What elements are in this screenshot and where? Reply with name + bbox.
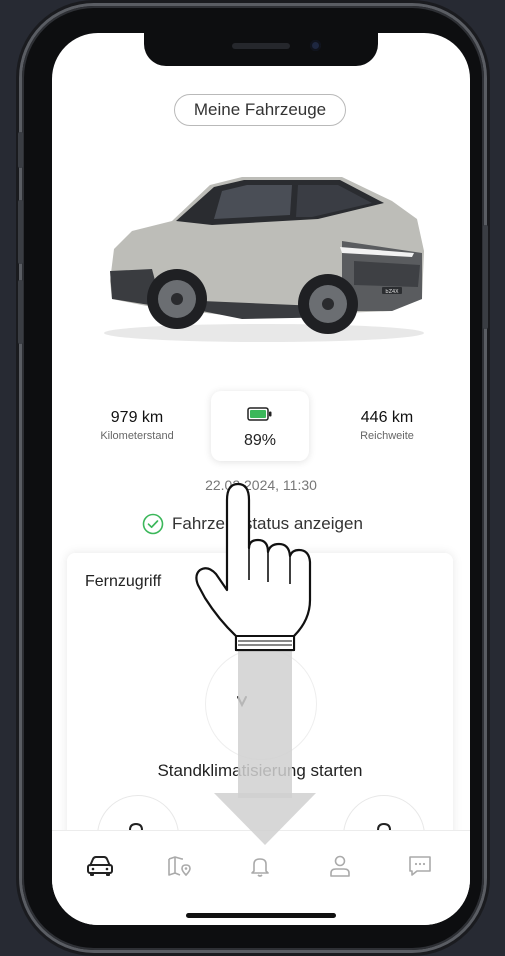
chat-icon (409, 856, 431, 876)
remote-access-title: Fernzugriff (85, 573, 162, 590)
mileage-label: Kilometerstand (100, 430, 174, 442)
my-vehicles-button[interactable]: Meine Fahrzeuge (174, 94, 346, 126)
volume-up-button (18, 200, 23, 264)
car-icon (87, 856, 113, 876)
vehicle-status-label: Fahrzeugstatus anzeigen (172, 514, 363, 533)
home-indicator (186, 913, 336, 918)
bottom-tab-bar (52, 830, 470, 925)
app-screen: Meine Fahrzeuge bZ4X 979 km Kilometersta… (52, 33, 470, 925)
range-value: 446 km (360, 409, 414, 426)
climate-start-label: Standklimatisierung starten (157, 761, 363, 780)
tab-vehicle[interactable] (85, 851, 115, 881)
tab-profile[interactable] (325, 851, 355, 881)
remote-access-card: Fernzugriff Standklimatisierung starten (67, 553, 453, 877)
tab-messages[interactable] (405, 851, 435, 881)
battery-card[interactable]: 89% (211, 391, 309, 461)
range-stat: 446 km Reichweite (332, 409, 442, 442)
speaker-grille (232, 43, 290, 49)
vehicle-status-link[interactable]: Fahrzeugstatus anzeigen (142, 513, 363, 535)
mileage-stat: 979 km Kilometerstand (82, 409, 192, 442)
mileage-value: 979 km (110, 409, 164, 426)
volume-down-button (18, 280, 23, 344)
bell-icon (251, 858, 269, 877)
check-circle-icon (142, 513, 164, 535)
front-camera (310, 40, 321, 51)
battery-icon (247, 407, 272, 421)
mute-switch (18, 132, 23, 168)
map-icon (168, 856, 191, 877)
last-update-timestamp: 22.02.2024, 11:30 (205, 477, 317, 493)
climate-start-button[interactable] (205, 648, 317, 760)
user-icon (330, 855, 350, 877)
climate-icon (237, 696, 247, 708)
battery-percent: 89% (243, 432, 277, 449)
power-button (483, 225, 488, 329)
tab-notifications[interactable] (245, 851, 275, 881)
range-label: Reichweite (360, 430, 414, 442)
tab-map[interactable] (165, 851, 195, 881)
vehicle-image: bZ4X (104, 177, 424, 342)
notch (144, 33, 378, 66)
vehicle-badge: bZ4X (385, 289, 399, 295)
